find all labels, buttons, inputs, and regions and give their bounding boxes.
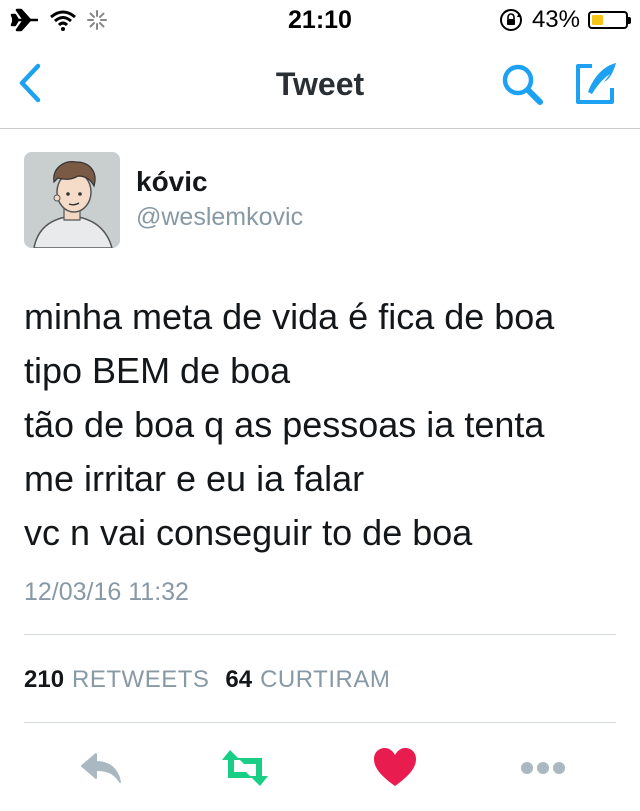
like-button[interactable] <box>370 746 420 790</box>
status-bar: 21:10 43% <box>0 0 640 40</box>
avatar[interactable] <box>24 152 120 248</box>
retweet-icon <box>222 750 268 786</box>
more-button[interactable] <box>518 746 568 790</box>
tweet-timestamp: 12/03/16 11:32 <box>24 578 189 606</box>
battery-fill <box>592 15 604 25</box>
like-heart-icon <box>374 748 416 786</box>
search-icon <box>502 64 543 105</box>
compose-icon <box>576 63 616 104</box>
retweets-label: RETWEETS <box>72 666 210 693</box>
tweet-stats: 210 RETWEETS 64 CURTIRAM <box>24 666 390 694</box>
author-name[interactable]: kóvic <box>136 166 208 198</box>
more-dots-icon <box>521 762 565 774</box>
status-right: 43% <box>498 6 631 34</box>
reply-button[interactable] <box>76 746 126 790</box>
nav-bar: Tweet <box>0 40 640 129</box>
reply-icon <box>81 753 121 783</box>
battery-percent: 43% <box>531 6 580 33</box>
likes-label: CURTIRAM <box>260 666 391 693</box>
rotation-lock-icon <box>499 9 522 31</box>
search-button[interactable] <box>498 60 548 110</box>
divider-bottom <box>24 722 616 723</box>
divider-top <box>24 634 616 635</box>
retweets-count: 210 <box>24 666 65 693</box>
retweets-stat[interactable]: 210 RETWEETS <box>24 666 209 694</box>
battery-icon <box>588 11 631 29</box>
author-handle[interactable]: @weslemkovic <box>136 203 303 232</box>
compose-button[interactable] <box>570 58 622 110</box>
retweet-button[interactable] <box>220 746 270 790</box>
tweet-text: minha meta de vida é fica de boa tipo BE… <box>24 296 555 553</box>
likes-stat[interactable]: 64 CURTIRAM <box>225 666 390 694</box>
likes-count: 64 <box>225 666 253 693</box>
avatar-illustration-icon <box>24 152 120 248</box>
